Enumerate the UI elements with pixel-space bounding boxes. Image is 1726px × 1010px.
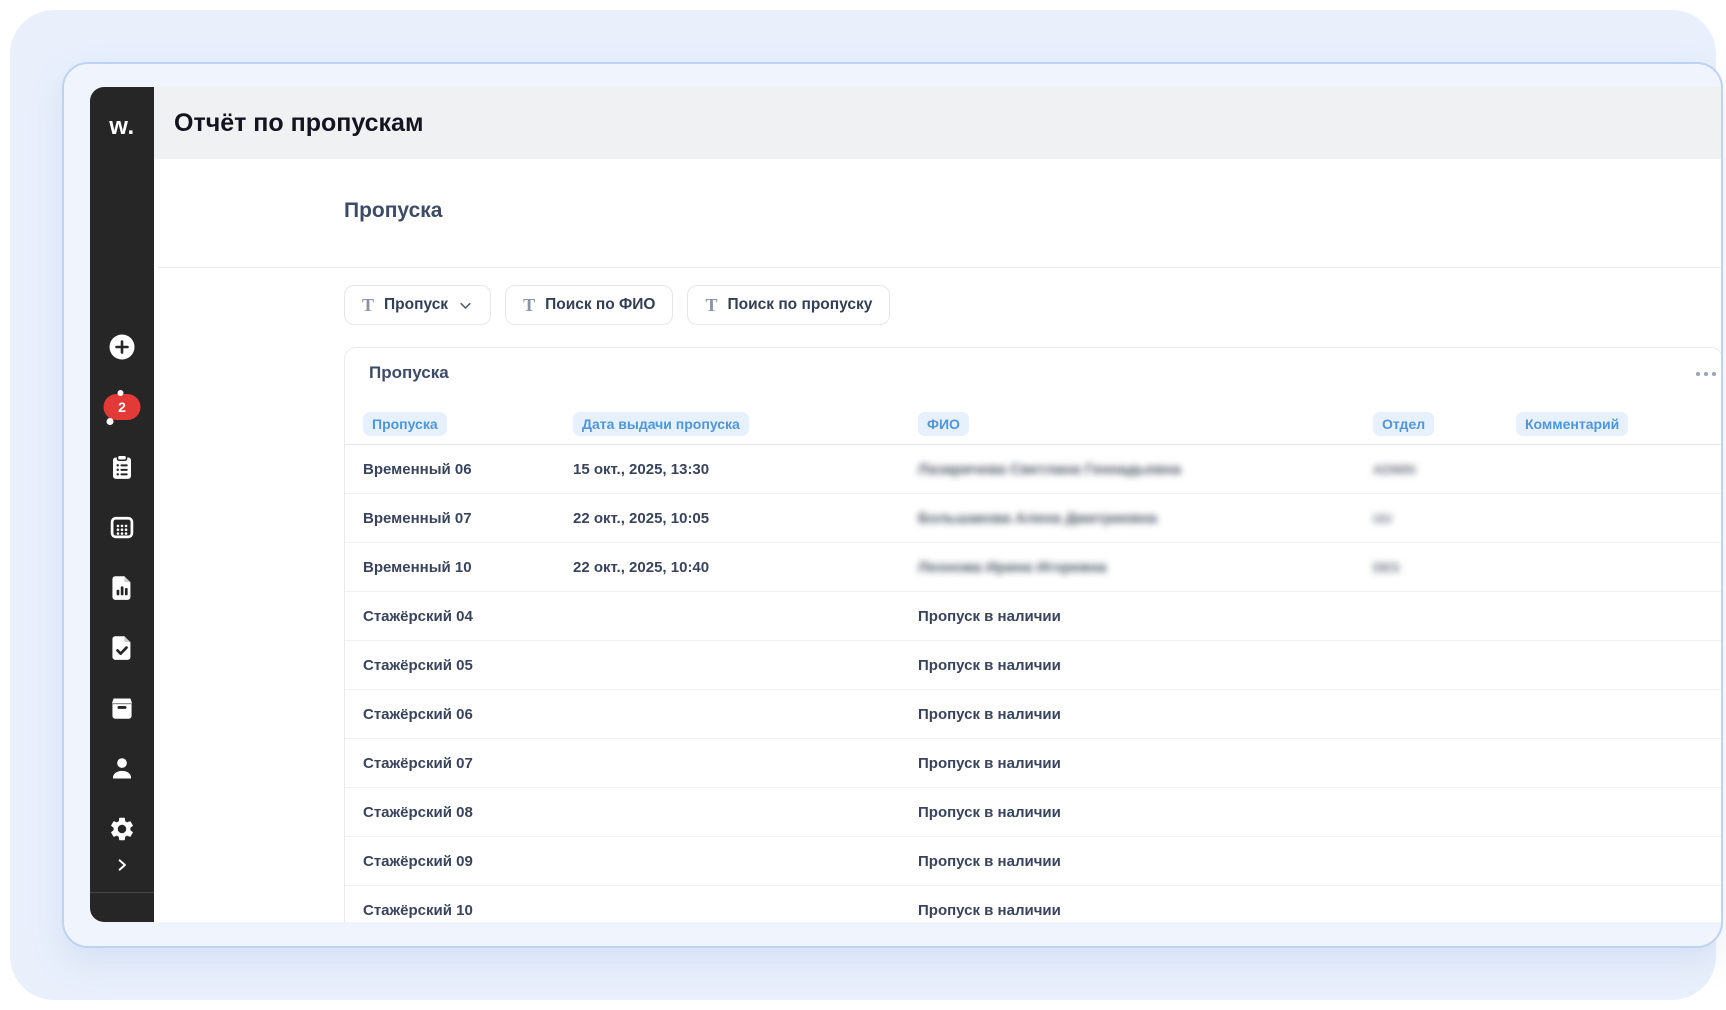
report-chart-icon [109, 575, 136, 602]
cell-fio: Пропуск в наличии [918, 608, 1373, 625]
user-icon [109, 755, 136, 782]
top-header-bar: Отчёт по пропускам [154, 87, 1721, 159]
notifications-button[interactable]: 2 [104, 394, 141, 420]
chevron-down-icon [458, 298, 473, 313]
notifications-count: 2 [118, 399, 126, 415]
table-card-title: Пропуска [369, 363, 449, 383]
page-title: Отчёт по пропускам [174, 109, 423, 138]
cell-date: 15 окт., 2025, 13:30 [573, 461, 918, 478]
cell-dept: ADMIN [1373, 462, 1516, 477]
cell-pass: Стажёрский 06 [363, 706, 573, 723]
cell-date: 22 окт., 2025, 10:05 [573, 510, 918, 527]
table-row[interactable]: Стажёрский 05 Пропуск в наличии [345, 641, 1721, 690]
tasks-check-icon [109, 635, 136, 662]
pass-filter-dropdown[interactable]: T Пропуск [344, 285, 491, 325]
section-divider [157, 267, 1721, 268]
cell-pass: Стажёрский 04 [363, 608, 573, 625]
cell-pass: Стажёрский 10 [363, 902, 573, 919]
text-filter-icon: T [362, 296, 374, 314]
clipboard-icon [109, 454, 136, 481]
card-more-menu-icon[interactable] [1696, 372, 1716, 376]
text-filter-icon: T [523, 296, 535, 314]
sidebar-item-calendar[interactable] [109, 514, 136, 541]
cell-fio: Лазаричева Светлана Геннадьевна [918, 461, 1373, 478]
main-area: Отчёт по пропускам Пропуска T Пропуск T [154, 87, 1721, 922]
calendar-icon [109, 514, 136, 541]
app-logo: w. [90, 113, 154, 141]
text-filter-icon: T [705, 296, 717, 314]
cell-dept: UU [1373, 511, 1516, 526]
cell-dept: DES [1373, 560, 1516, 575]
column-header-department[interactable]: Отдел [1373, 412, 1434, 436]
chevron-right-icon [115, 858, 129, 872]
sidebar-item-tasks[interactable] [109, 635, 136, 662]
table-header-row: Пропуска Дата выдачи пропуска ФИО Отдел … [345, 403, 1721, 445]
sidebar-item-archive[interactable] [109, 695, 136, 722]
content-area: Пропуска T Пропуск T Поиск по ФИО [154, 159, 1721, 922]
cell-pass: Стажёрский 05 [363, 657, 573, 674]
section-title: Пропуска [344, 199, 442, 223]
sidebar-item-reports[interactable] [109, 575, 136, 602]
table-row[interactable]: Стажёрский 06 Пропуск в наличии [345, 690, 1721, 739]
search-pass-label: Поиск по пропуску [728, 296, 873, 314]
column-header-fio[interactable]: ФИО [918, 412, 969, 436]
sidebar-expand-button[interactable] [115, 858, 129, 872]
pass-filter-label: Пропуск [384, 296, 448, 314]
table-row[interactable]: Стажёрский 09 Пропуск в наличии [345, 837, 1721, 886]
passes-table-card: Пропуска Пропуска Дата выдачи пропуска Ф… [344, 347, 1721, 922]
cell-pass: Стажёрский 09 [363, 853, 573, 870]
table-row[interactable]: Стажёрский 10 Пропуск в наличии [345, 886, 1721, 922]
cell-date: 22 окт., 2025, 10:40 [573, 559, 918, 576]
cell-fio: Пропуск в наличии [918, 902, 1373, 919]
sidebar-item-users[interactable] [109, 755, 136, 782]
cell-fio: Большакова Алена Дмитриевна [918, 510, 1373, 527]
sidebar-divider [90, 892, 154, 893]
column-header-comment[interactable]: Комментарий [1516, 412, 1628, 436]
cell-fio: Пропуск в наличии [918, 755, 1373, 772]
sidebar-item-clipboard[interactable] [109, 454, 136, 481]
settings-gear-icon [108, 815, 136, 843]
search-pass-filter[interactable]: T Поиск по пропуску [687, 285, 890, 325]
table-row[interactable]: Временный 1022 окт., 2025, 10:40Леонова … [345, 543, 1721, 592]
app-window: w. 2 [62, 62, 1723, 948]
search-fio-filter[interactable]: T Поиск по ФИО [505, 285, 673, 325]
table-row[interactable]: Стажёрский 08 Пропуск в наличии [345, 788, 1721, 837]
add-icon [108, 333, 136, 361]
cell-fio: Леонова Ирина Игоревна [918, 559, 1373, 576]
table-row[interactable]: Временный 0722 окт., 2025, 10:05Большако… [345, 494, 1721, 543]
cell-fio: Пропуск в наличии [918, 706, 1373, 723]
cell-pass: Стажёрский 08 [363, 804, 573, 821]
table-row[interactable]: Стажёрский 04 Пропуск в наличии [345, 592, 1721, 641]
sidebar-item-settings[interactable] [108, 815, 136, 843]
cell-pass: Временный 10 [363, 559, 573, 576]
cell-pass: Временный 06 [363, 461, 573, 478]
column-header-pass[interactable]: Пропуска [363, 412, 447, 436]
cell-pass: Стажёрский 07 [363, 755, 573, 772]
table-row[interactable]: Временный 0615 окт., 2025, 13:30Лазариче… [345, 445, 1721, 494]
app-frame: w. 2 [90, 87, 1721, 922]
notifications-badge: 2 [104, 394, 141, 420]
table-body: Временный 0615 окт., 2025, 13:30Лазариче… [345, 445, 1721, 922]
search-fio-label: Поиск по ФИО [545, 296, 655, 314]
table-row[interactable]: Стажёрский 07 Пропуск в наличии [345, 739, 1721, 788]
archive-icon [109, 695, 136, 722]
column-header-issue-date[interactable]: Дата выдачи пропуска [573, 412, 749, 436]
cell-fio: Пропуск в наличии [918, 804, 1373, 821]
add-button[interactable] [108, 333, 136, 361]
filter-bar: T Пропуск T Поиск по ФИО T Поиск по проп… [344, 285, 890, 325]
cell-fio: Пропуск в наличии [918, 853, 1373, 870]
cell-pass: Временный 07 [363, 510, 573, 527]
sidebar: w. 2 [90, 87, 154, 922]
cell-fio: Пропуск в наличии [918, 657, 1373, 674]
